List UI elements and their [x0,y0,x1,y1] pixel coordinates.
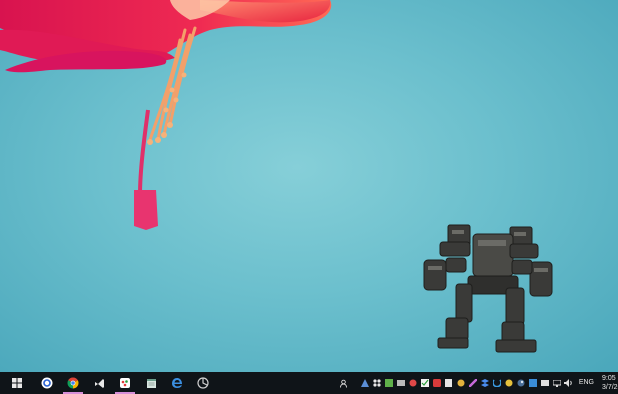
windows-logo-icon [12,378,22,388]
network-icon[interactable] [551,372,563,394]
steam-icon[interactable] [515,372,527,394]
tray-app-10-icon[interactable] [467,372,479,394]
tray-app-12-icon[interactable] [503,372,515,394]
clock-time: 9:05 P [602,375,618,382]
clock-button[interactable]: 9:05 P 3/7/20 [598,372,618,394]
tray-app-5-icon[interactable] [407,372,419,394]
system-tray: ENG 9:05 P 3/7/20 [339,372,618,394]
mech-robot-desktop-image [423,224,553,353]
paint-icon [120,378,130,388]
taskbar: ENG 9:05 P 3/7/20 [0,372,618,394]
tray-app-2-icon[interactable] [371,372,383,394]
people-glyph-icon [340,379,348,388]
tray-app-1-icon[interactable] [359,372,371,394]
edge-icon [172,378,182,388]
taskbar-app-chrome[interactable] [60,372,86,394]
dropbox-icon[interactable] [479,372,491,394]
input-language-indicator[interactable]: ENG [575,372,598,394]
desktop-wallpaper [0,0,618,372]
tray-app-3-icon[interactable] [383,372,395,394]
notepad-icon [146,378,156,388]
clock-date: 3/7/20 [602,384,618,391]
cortana-search-icon [41,377,53,389]
flower-wallpaper-image [0,0,332,230]
people-icon[interactable] [339,372,351,394]
tray-app-7-icon[interactable] [431,372,443,394]
settings-icon [197,377,209,389]
chrome-icon [67,377,79,389]
tray-app-13-icon[interactable] [527,372,539,394]
tray-app-9-icon[interactable] [455,372,467,394]
taskbar-search-button[interactable] [34,372,60,394]
tray-app-14-icon[interactable] [539,372,551,394]
tray-app-11-icon[interactable] [491,372,503,394]
tray-app-8-icon[interactable] [443,372,455,394]
taskbar-app-paint[interactable] [112,372,138,394]
taskbar-app-visual-studio[interactable] [86,372,112,394]
volume-icon[interactable] [563,372,575,394]
taskbar-app-edge[interactable] [164,372,190,394]
tray-app-4-icon[interactable] [395,372,407,394]
taskbar-app-notepad[interactable] [138,372,164,394]
tray-app-6-icon[interactable] [419,372,431,394]
taskbar-app-settings[interactable] [190,372,216,394]
start-button[interactable] [0,372,34,394]
visual-studio-icon [94,378,104,388]
